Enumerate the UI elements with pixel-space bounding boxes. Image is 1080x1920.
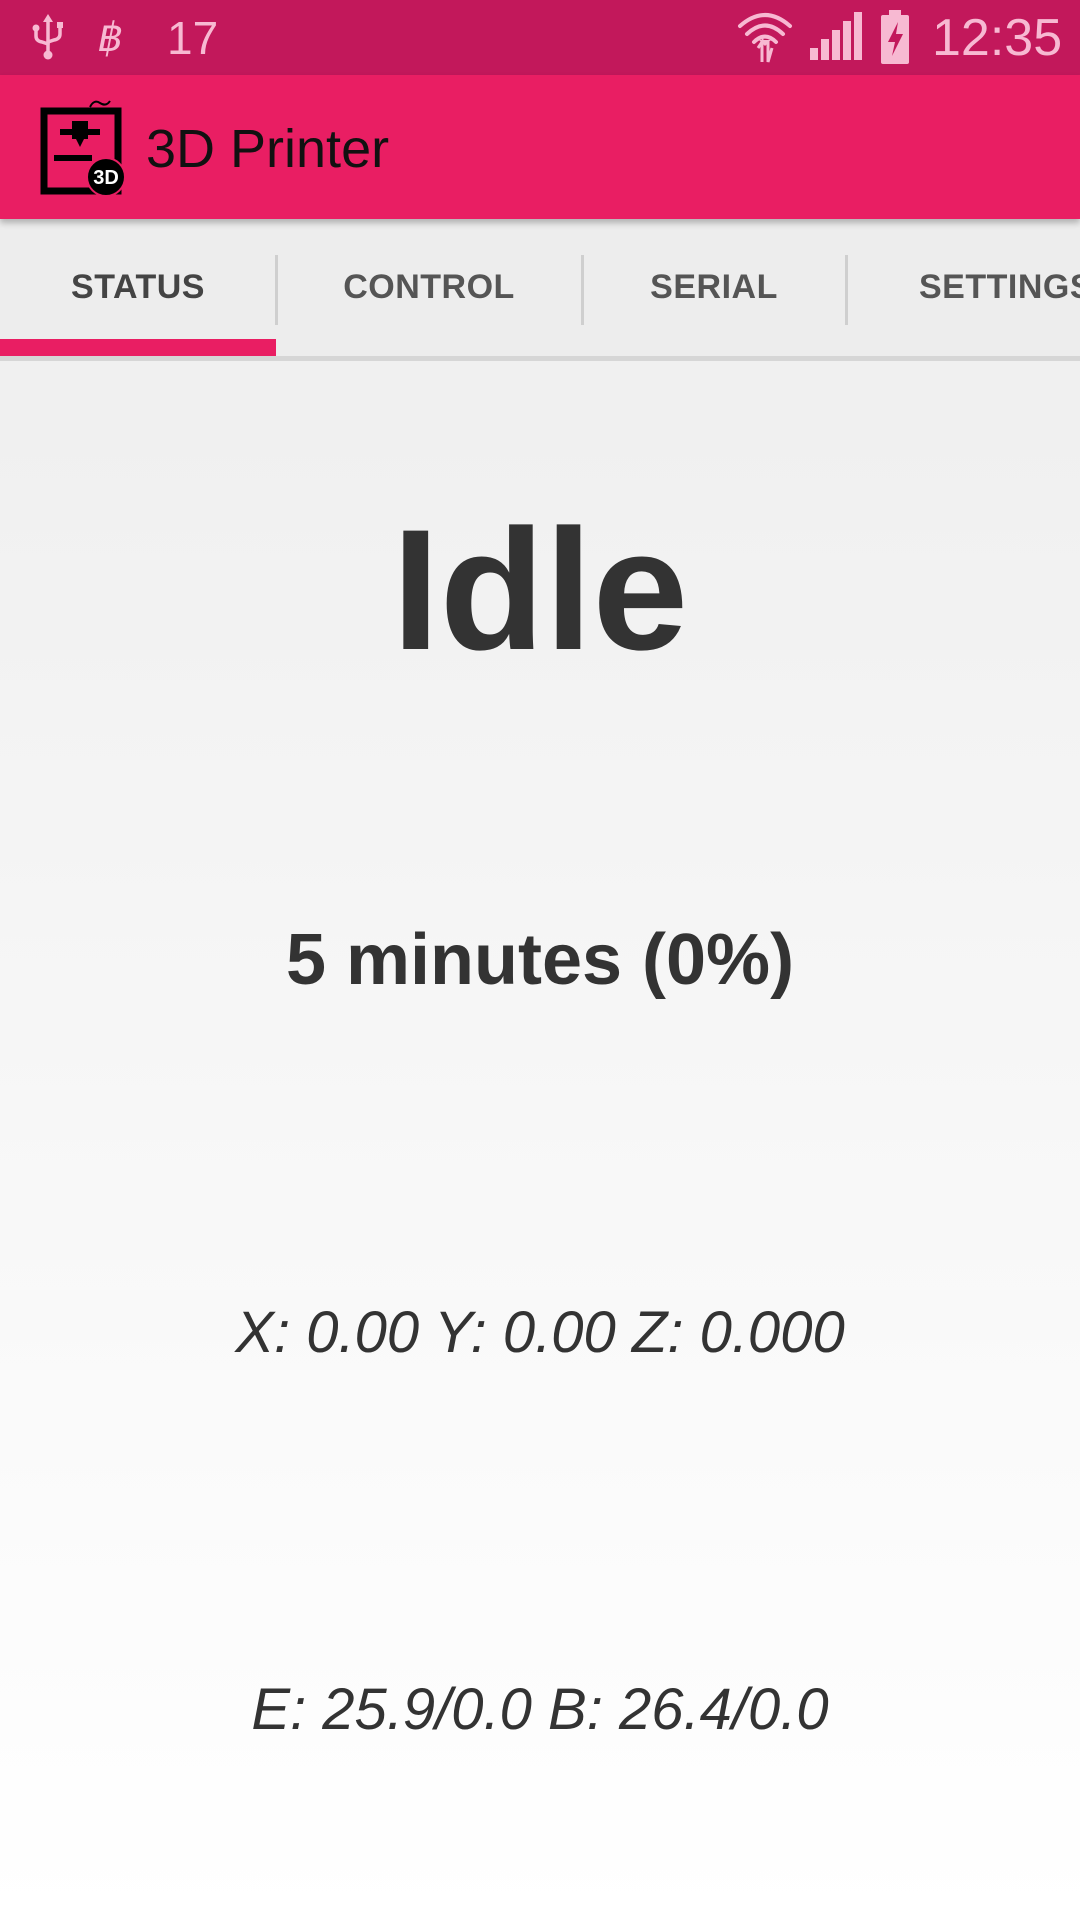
app-bar: 3D 3D Printer bbox=[0, 75, 1080, 219]
tab-strip: STATUS CONTROL SERIAL SETTINGS bbox=[0, 219, 1080, 361]
tab-control[interactable]: CONTROL bbox=[276, 219, 582, 356]
notification-count: 17 bbox=[167, 12, 219, 64]
tab-serial[interactable]: SERIAL bbox=[582, 219, 846, 356]
svg-text:3D: 3D bbox=[93, 167, 119, 189]
tab-status[interactable]: STATUS bbox=[0, 219, 276, 356]
clock: 12:35 bbox=[932, 9, 1063, 67]
battery-charging-icon bbox=[881, 10, 909, 64]
wifi-icon bbox=[738, 13, 792, 63]
tab-settings[interactable]: SETTINGS bbox=[846, 219, 1080, 356]
status-bar: ฿ 17 12:35 bbox=[0, 0, 1080, 75]
usb-icon bbox=[32, 14, 63, 60]
app-title: 3D Printer bbox=[146, 119, 390, 179]
cell-signal-icon bbox=[810, 12, 862, 60]
print-progress: 5 minutes (0%) bbox=[285, 920, 795, 1000]
3d-printer-icon: 3D bbox=[40, 100, 126, 197]
bitcoin-icon: ฿ bbox=[98, 15, 124, 61]
selected-tab-indicator bbox=[0, 339, 276, 356]
axis-position: X: 0.00 Y: 0.00 Z: 0.000 bbox=[235, 1300, 845, 1365]
temperature-readout: E: 25.9/0.0 B: 26.4/0.0 bbox=[251, 1677, 829, 1742]
printer-state: Idle bbox=[391, 494, 689, 686]
